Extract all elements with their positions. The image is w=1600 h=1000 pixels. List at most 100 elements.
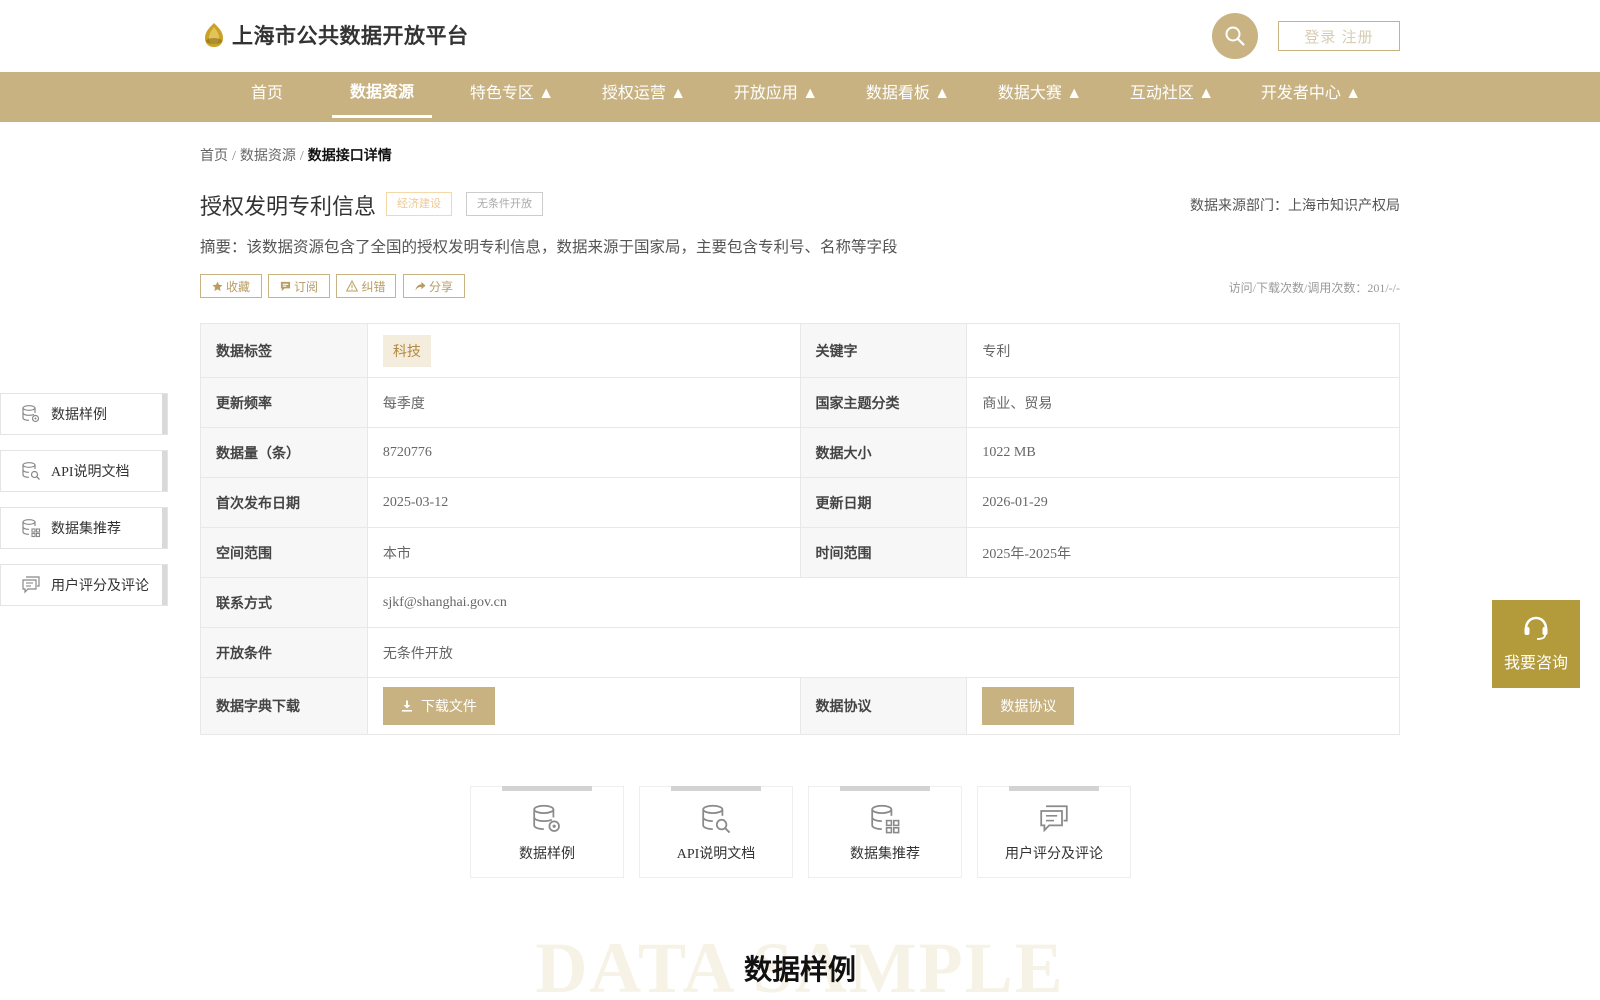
side-nav-label: 数据样例 (51, 408, 107, 423)
consult-button[interactable]: 我要咨询 (1492, 600, 1580, 688)
page-title: 授权发明专利信息 (200, 194, 377, 219)
card-top-bar (840, 786, 930, 791)
open-condition-value: 无条件开放 (366, 627, 1401, 678)
data-tag-chip[interactable]: 科技 (382, 334, 431, 367)
table-row: 空间范围 本市 时间范围 2025年-2025年 (200, 527, 1400, 578)
breadcrumb-current: 数据接口详情 (307, 149, 392, 164)
warning-icon (346, 280, 359, 292)
contact-label: 联系方式 (200, 577, 368, 628)
theme-category-label: 国家主题分类 (799, 377, 968, 428)
side-nav-api-docs[interactable]: API说明文档 (0, 450, 168, 492)
subscribe-icon (280, 281, 291, 291)
record-count-value: 8720776 (366, 427, 801, 478)
nav-item-authorized-ops[interactable]: 授权运营 ▲ (594, 72, 694, 122)
consult-label: 我要咨询 (1503, 655, 1568, 672)
site-logo[interactable]: 上海市公共数据开放平台 (200, 20, 469, 50)
database-grid-icon (871, 804, 900, 834)
first-publish-value: 2025-03-12 (366, 477, 801, 528)
table-row: 数据标签 科技 关键字 专利 (200, 323, 1400, 378)
report-error-button[interactable]: 纠错 (336, 274, 396, 298)
table-row: 数据量（条） 8720776 数据大小 1022 MB (200, 427, 1400, 478)
side-nav-data-sample[interactable]: 数据样例 (0, 393, 168, 435)
table-row: 首次发布日期 2025-03-12 更新日期 2026-01-29 (200, 477, 1400, 528)
summary-text: 摘要：该数据资源包含了全国的授权发明专利信息，数据来源于国家局，主要包含专利号、… (200, 239, 898, 256)
category-tag[interactable]: 经济建设 (386, 192, 452, 216)
share-button[interactable]: 分享 (403, 274, 465, 298)
card-top-bar (671, 786, 761, 791)
site-header: 上海市公共数据开放平台 登录 注册 (0, 0, 1600, 72)
share-label: 分享 (428, 279, 453, 294)
login-register-button[interactable]: 登录 注册 (1278, 21, 1400, 51)
nav-item-community[interactable]: 互动社区 ▲ (1122, 72, 1222, 122)
breadcrumb-separator: / (299, 149, 304, 164)
breadcrumb-separator: / (232, 149, 236, 164)
data-protocol-label: 数据协议 (799, 677, 968, 735)
nav-item-data-dashboard[interactable]: 数据看板 ▲ (858, 72, 958, 122)
download-file-button[interactable]: 下载文件 (382, 687, 495, 725)
card-dataset-recommend[interactable]: 数据集推荐 (808, 786, 962, 878)
nav-item-featured-zone[interactable]: 特色专区 ▲ (462, 72, 562, 122)
first-publish-label: 首次发布日期 (200, 477, 368, 528)
main-nav: 首页 数据资源 特色专区 ▲ 授权运营 ▲ 开放应用 ▲ 数据看板 ▲ 数据大赛… (0, 72, 1600, 122)
section-title: 数据样例 (743, 954, 856, 985)
keyword-label: 关键字 (799, 323, 968, 378)
data-size-label: 数据大小 (799, 427, 968, 478)
side-nav-label: 数据集推荐 (51, 522, 121, 537)
nav-item-open-apps[interactable]: 开放应用 ▲ (726, 72, 826, 122)
comment-icon (22, 576, 40, 594)
theme-category-value: 商业、贸易 (966, 377, 1400, 428)
favorite-button[interactable]: 收藏 (200, 274, 262, 298)
time-range-value: 2025年-2025年 (966, 527, 1400, 578)
record-count-label: 数据量（条） (200, 427, 368, 478)
nav-item-data-resources[interactable]: 数据资源 (332, 72, 432, 118)
nav-item-home[interactable]: 首页 (232, 72, 302, 122)
report-error-label: 纠错 (361, 279, 386, 294)
time-range-label: 时间范围 (799, 527, 968, 578)
card-label: API说明文档 (676, 847, 756, 862)
table-row: 更新频率 每季度 国家主题分类 商业、贸易 (200, 377, 1400, 428)
data-protocol-cell: 数据协议 (966, 677, 1400, 735)
table-row: 开放条件 无条件开放 (200, 627, 1401, 678)
spatial-range-value: 本市 (366, 527, 801, 578)
comment-icon (1040, 805, 1068, 833)
side-nav-ratings-comments[interactable]: 用户评分及评论 (0, 564, 168, 606)
update-date-value: 2026-01-29 (966, 477, 1400, 528)
database-grid-icon (22, 519, 41, 538)
side-nav-label: API说明文档 (51, 465, 130, 480)
update-date-label: 更新日期 (799, 477, 968, 528)
open-condition-label: 开放条件 (200, 627, 368, 678)
source-department: 数据来源部门：上海市知识产权局 (1190, 199, 1400, 214)
card-top-bar (502, 786, 592, 791)
nav-item-data-contest[interactable]: 数据大赛 ▲ (990, 72, 1090, 122)
breadcrumb-resources[interactable]: 数据资源 (240, 149, 296, 164)
nav-item-developer-center[interactable]: 开发者中心 ▲ (1254, 72, 1368, 122)
card-ratings-comments[interactable]: 用户评分及评论 (977, 786, 1131, 878)
card-label: 数据集推荐 (850, 847, 920, 862)
side-nav-dataset-recommend[interactable]: 数据集推荐 (0, 507, 168, 549)
table-row: 联系方式 sjkf@shanghai.gov.cn (200, 577, 1401, 628)
subscribe-button[interactable]: 订阅 (268, 274, 330, 298)
data-protocol-button[interactable]: 数据协议 (982, 687, 1075, 725)
subscribe-label: 订阅 (293, 279, 318, 294)
card-data-sample[interactable]: 数据样例 (470, 786, 624, 878)
dictionary-download-cell: 下载文件 (366, 677, 801, 735)
update-frequency-value: 每季度 (366, 377, 801, 428)
share-icon (415, 281, 426, 291)
dictionary-download-label: 数据字典下载 (200, 677, 368, 735)
card-top-bar (1009, 786, 1099, 791)
data-size-value: 1022 MB (966, 427, 1400, 478)
breadcrumb-home[interactable]: 首页 (200, 149, 228, 164)
card-api-docs[interactable]: API说明文档 (639, 786, 793, 878)
table-row: 数据字典下载 下载文件 数据协议 数据协议 (200, 677, 1400, 735)
visit-stats: 访问/下载次数/调用次数：201/-/- (1228, 281, 1400, 295)
database-gear-icon (533, 804, 560, 832)
keyword-value: 专利 (966, 323, 1400, 378)
card-label: 用户评分及评论 (1005, 847, 1103, 862)
search-button[interactable] (1212, 13, 1258, 59)
spatial-range-label: 空间范围 (200, 527, 368, 578)
download-file-label: 下载文件 (420, 698, 477, 714)
side-nav-label: 用户评分及评论 (51, 579, 149, 594)
breadcrumb: 首页 / 数据资源 / 数据接口详情 (200, 145, 392, 165)
card-label: 数据样例 (519, 847, 575, 862)
search-icon (1225, 26, 1245, 46)
